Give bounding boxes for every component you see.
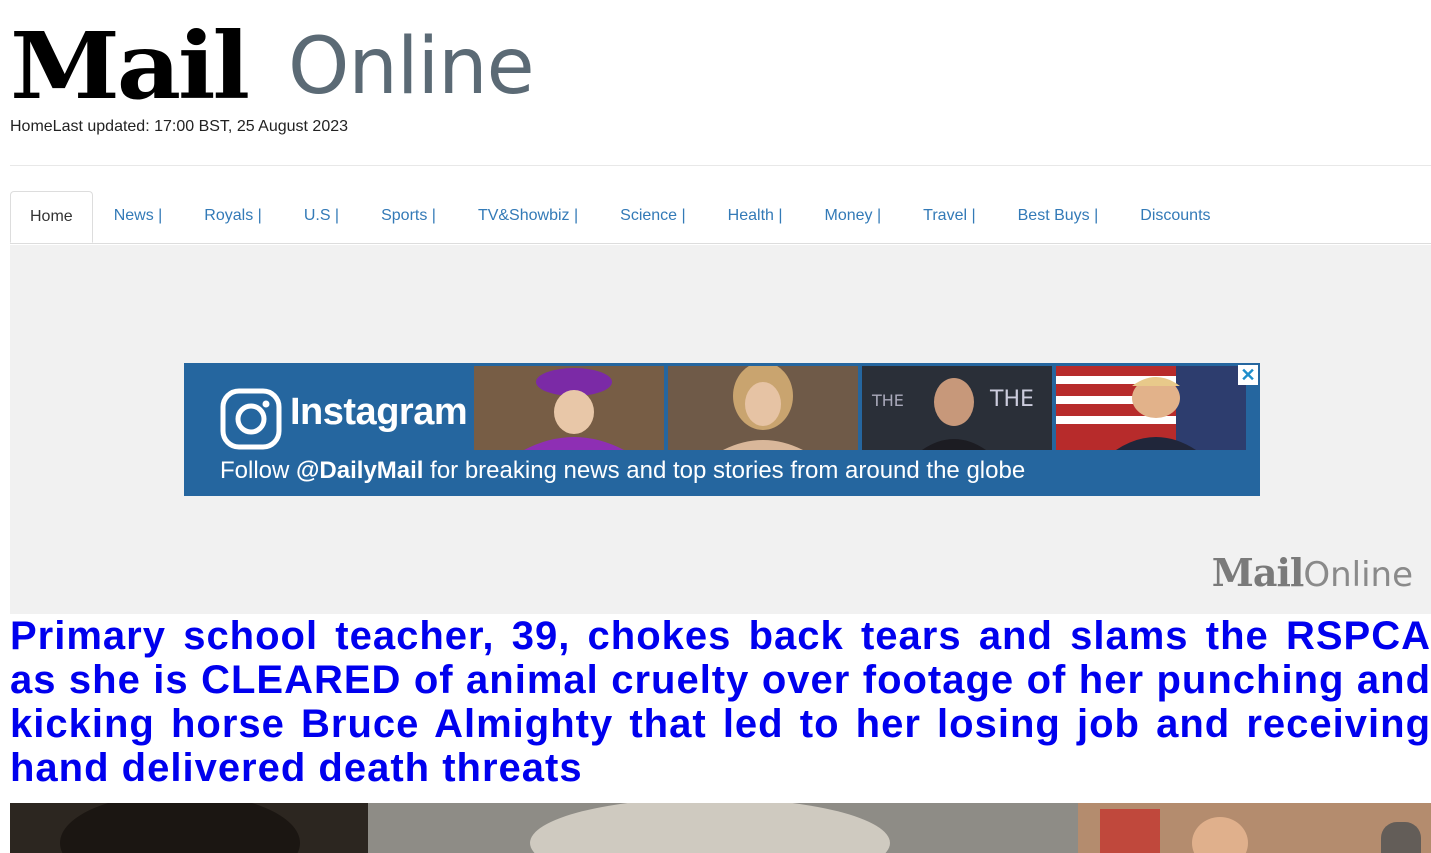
- tab-health[interactable]: Health |: [707, 191, 804, 241]
- ad-watermark-logo: MailOnline: [1212, 550, 1413, 595]
- main-nav: Home News | Royals | U.S | Sports | TV&S…: [10, 191, 1431, 244]
- tab-us[interactable]: U.S |: [283, 191, 360, 241]
- tab-science[interactable]: Science |: [599, 191, 707, 241]
- site-logo[interactable]: Mail Online: [10, 18, 570, 114]
- watermark-online: Online: [1303, 555, 1413, 595]
- ad-photo-footballer: THE THE: [862, 366, 1052, 450]
- instagram-ad-banner[interactable]: Instagram THE THE Follow @DailyMail for …: [184, 363, 1260, 496]
- svg-text:THE: THE: [989, 387, 1034, 412]
- ad-brand-name: Instagram: [290, 391, 468, 433]
- logo-online-wordmark: Online: [288, 22, 535, 112]
- logo-mail-wordmark: Mail: [10, 12, 250, 120]
- tab-travel[interactable]: Travel |: [902, 191, 996, 241]
- ad-follow-prefix: Follow: [220, 457, 297, 484]
- ad-photo-queen: [474, 366, 664, 450]
- article-headline[interactable]: Primary school teacher, 39, chokes back …: [10, 614, 1431, 790]
- tab-money[interactable]: Money |: [804, 191, 903, 241]
- svg-text:THE: THE: [871, 391, 904, 410]
- share-icon[interactable]: [1381, 822, 1421, 853]
- ad-photo-model: [668, 366, 858, 450]
- header-divider: [10, 165, 1431, 166]
- watermark-mail: Mail: [1211, 550, 1305, 595]
- ad-follow-suffix: for breaking news and top stories from a…: [423, 457, 1026, 484]
- tab-royals[interactable]: Royals |: [183, 191, 283, 241]
- article-image-strip: [10, 803, 1431, 853]
- tab-home[interactable]: Home: [10, 191, 93, 243]
- tab-best-buys[interactable]: Best Buys |: [997, 191, 1120, 241]
- ad-photo-politician: [1056, 366, 1246, 450]
- close-icon[interactable]: ✕: [1238, 365, 1258, 385]
- ad-follow-text: Follow @DailyMail for breaking news and …: [220, 457, 1025, 485]
- ad-container: Instagram THE THE Follow @DailyMail for …: [10, 245, 1431, 614]
- article-image[interactable]: [10, 803, 1431, 853]
- tab-discounts[interactable]: Discounts: [1119, 191, 1231, 241]
- ad-follow-handle: @DailyMail: [296, 457, 424, 484]
- tab-sports[interactable]: Sports |: [360, 191, 457, 241]
- last-updated: HomeLast updated: 17:00 BST, 25 August 2…: [10, 118, 349, 135]
- tab-tv-showbiz[interactable]: TV&Showbiz |: [457, 191, 599, 241]
- ad-photo-strip: THE THE: [474, 366, 1246, 450]
- tab-news[interactable]: News |: [93, 191, 184, 241]
- instagram-icon: [220, 388, 282, 450]
